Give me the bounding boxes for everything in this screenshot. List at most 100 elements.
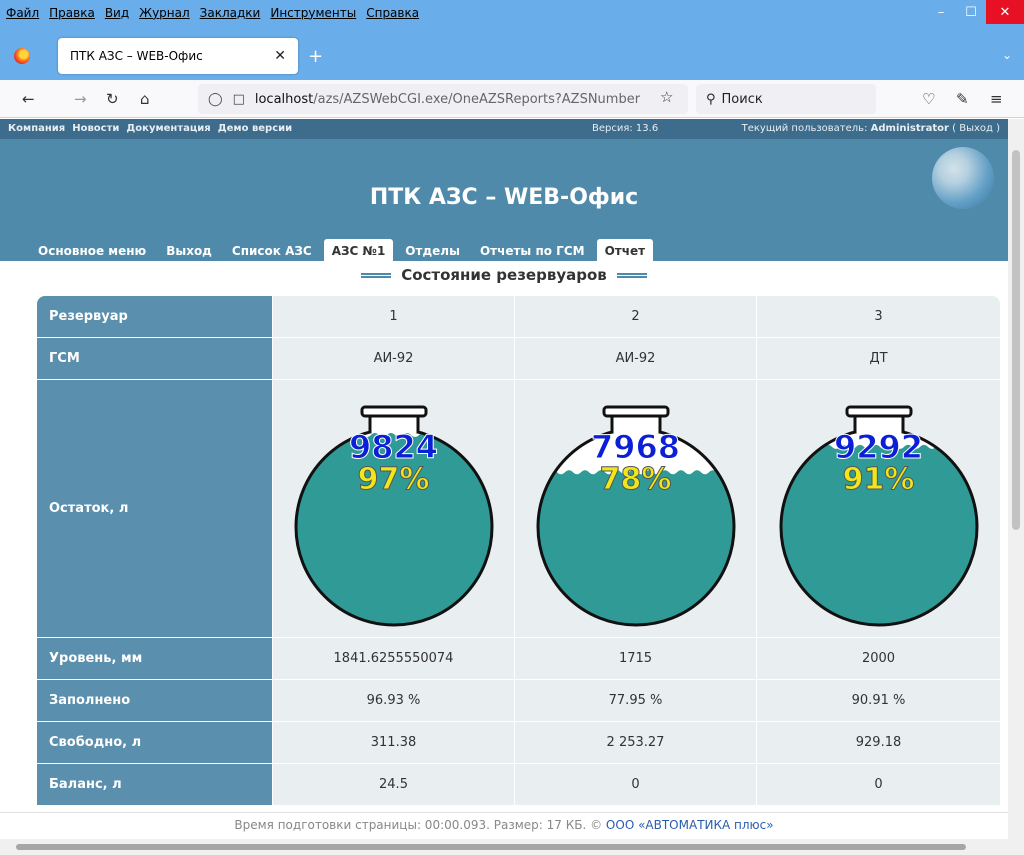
maximize-icon[interactable]: ☐ bbox=[956, 0, 986, 24]
table-cell: 90.91 % bbox=[851, 693, 906, 708]
link-company[interactable]: Компания bbox=[8, 123, 65, 134]
menu-help[interactable]: Справка bbox=[366, 6, 419, 20]
tank-cell: 7968 78% bbox=[515, 380, 757, 637]
tank-gauge: 7968 78% bbox=[526, 389, 746, 629]
menu-edit[interactable]: Правка bbox=[49, 6, 95, 20]
vertical-scroll-thumb[interactable] bbox=[1012, 150, 1020, 530]
extensions-icon[interactable]: ✎ bbox=[956, 90, 969, 108]
tank-readout: 7968 78% bbox=[526, 430, 746, 495]
row-label: Остаток, л bbox=[37, 380, 273, 637]
site-title: ПТК АЗС – WEB-Офис bbox=[369, 185, 639, 210]
firefox-icon bbox=[14, 48, 30, 64]
home-icon[interactable]: ⌂ bbox=[140, 90, 150, 108]
table-cell: 1715 bbox=[515, 638, 757, 679]
table-cell: АИ-92 bbox=[515, 338, 757, 379]
menu-tools[interactable]: Инструменты bbox=[270, 6, 356, 20]
browser-tab[interactable]: ПТК АЗС – WEB-Офис ✕ bbox=[58, 38, 298, 74]
table-cell: 96.93 % bbox=[273, 680, 515, 721]
page-viewport: Компания Новости Документация Демо верси… bbox=[0, 119, 1008, 839]
table-cell: 2 253.27 bbox=[515, 722, 757, 763]
pocket-icon[interactable]: ♡ bbox=[922, 90, 935, 108]
tank-readout: 9824 97% bbox=[284, 427, 504, 497]
back-icon[interactable]: ← bbox=[22, 90, 35, 108]
tab-main-menu[interactable]: Основное меню bbox=[30, 241, 154, 261]
chevron-down-icon[interactable]: ⌄ bbox=[1002, 48, 1012, 62]
row-label: Резервуар bbox=[37, 296, 273, 337]
minimize-icon[interactable]: – bbox=[926, 0, 956, 24]
tab-report[interactable]: Отчет bbox=[596, 239, 654, 261]
logout-link[interactable]: ( Выход ) bbox=[952, 123, 1000, 134]
tank-svg bbox=[779, 405, 978, 626]
close-tab-icon[interactable]: ✕ bbox=[274, 48, 286, 64]
tank-volume: 9824 bbox=[348, 427, 439, 466]
url-bar[interactable]: ◯ □ localhost /azs/AZSWebCGI.exe/OneAZSR… bbox=[198, 84, 688, 114]
tank-svg bbox=[294, 405, 493, 626]
row-label: Заполнено bbox=[37, 680, 273, 721]
table-row-free: Свободно, л 311.38 2 253.27 929.18 bbox=[37, 722, 1000, 764]
table-cell: 77.95 % bbox=[515, 680, 757, 721]
table-row-filled: Заполнено 96.93 % 77.95 % 90.91 % bbox=[37, 680, 1000, 722]
page-icon[interactable]: □ bbox=[233, 92, 245, 107]
tank-cell: 9824 97% bbox=[273, 380, 515, 637]
tank-readout: 9292 91% bbox=[769, 430, 989, 497]
reload-icon[interactable]: ↻ bbox=[106, 90, 119, 108]
bookmark-star-icon[interactable]: ☆ bbox=[660, 88, 673, 106]
url-path: /azs/AZSWebCGI.exe/OneAZSReports?AZSNumb… bbox=[313, 91, 641, 107]
site-nav: Основное меню Выход Список АЗС АЗС №1 От… bbox=[30, 239, 657, 261]
tank-percent: 97% bbox=[357, 461, 430, 497]
table-cell: АИ-92 bbox=[273, 338, 515, 379]
tab-station-list[interactable]: Список АЗС bbox=[224, 241, 320, 261]
menu-icon[interactable]: ≡ bbox=[990, 90, 1003, 108]
link-demo[interactable]: Демо версии bbox=[218, 123, 292, 134]
table-cell: 2000 bbox=[861, 651, 896, 666]
link-news[interactable]: Новости bbox=[72, 123, 119, 134]
tab-station-1[interactable]: АЗС №1 bbox=[323, 239, 394, 261]
section-title-text: Состояние резервуаров bbox=[401, 266, 607, 284]
version-label: Версия: 13.6 bbox=[592, 123, 659, 134]
tank-percent: 91% bbox=[842, 461, 915, 497]
search-placeholder: Поиск bbox=[721, 91, 763, 107]
table-cell: 929.18 bbox=[855, 735, 902, 750]
site-header: ПТК АЗС – WEB-Офис Основное меню Выход С… bbox=[0, 139, 1008, 261]
tank-table: Резервуар 1 2 3 ГСМ АИ-92 АИ-92 ДТ Остат… bbox=[37, 296, 1000, 806]
table-row-tank: Резервуар 1 2 3 bbox=[37, 296, 1000, 338]
title-rule-right bbox=[616, 272, 647, 278]
user-prefix: Текущий пользователь: bbox=[741, 123, 868, 134]
new-tab-icon[interactable]: + bbox=[308, 46, 323, 67]
current-user: Текущий пользователь: Administrator ( Вы… bbox=[742, 123, 1000, 134]
menu-file[interactable]: Файл bbox=[6, 6, 39, 20]
link-docs[interactable]: Документация bbox=[126, 123, 210, 134]
row-label: Свободно, л bbox=[37, 722, 273, 763]
url-host: localhost bbox=[254, 91, 314, 107]
table-cell: ДТ bbox=[869, 351, 888, 366]
top-links: Компания Новости Документация Демо верси… bbox=[8, 123, 292, 134]
table-row-fuel: ГСМ АИ-92 АИ-92 ДТ bbox=[37, 338, 1000, 380]
shield-icon[interactable]: ◯ bbox=[208, 92, 223, 107]
tab-strip: ПТК АЗС – WEB-Офис ✕ + ⌄ bbox=[0, 32, 1024, 80]
footer-company-link[interactable]: ООО «АВТОМАТИКА плюс» bbox=[606, 818, 774, 832]
menu-view[interactable]: Вид bbox=[105, 6, 129, 20]
tank-cap bbox=[360, 405, 427, 417]
menu-bookmarks[interactable]: Закладки bbox=[200, 6, 261, 20]
tank-svg bbox=[536, 405, 735, 626]
search-input[interactable]: ⚲ Поиск bbox=[696, 84, 876, 114]
tank-gauge: 9824 97% bbox=[284, 389, 504, 629]
table-row-balance: Баланс, л 24.5 0 0 bbox=[37, 764, 1000, 806]
top-info-bar: Компания Новости Документация Демо верси… bbox=[0, 119, 1008, 139]
tab-fuel-reports[interactable]: Отчеты по ГСМ bbox=[472, 241, 593, 261]
table-cell: 24.5 bbox=[273, 764, 515, 805]
tank-cell: 9292 91% bbox=[757, 380, 1000, 637]
user-name: Administrator bbox=[870, 123, 949, 134]
menu-history[interactable]: Журнал bbox=[139, 6, 190, 20]
table-row-remaining: Остаток, л 9824 97% 7968 78% 9292 91% bbox=[37, 380, 1000, 638]
table-cell: 1841.6255550074 bbox=[273, 638, 515, 679]
close-window-icon[interactable]: ✕ bbox=[986, 0, 1024, 24]
tab-logout[interactable]: Выход bbox=[158, 241, 220, 261]
table-row-level: Уровень, мм 1841.6255550074 1715 2000 bbox=[37, 638, 1000, 680]
forward-icon[interactable]: → bbox=[74, 90, 87, 108]
tab-departments[interactable]: Отделы bbox=[397, 241, 468, 261]
menu-bar: Файл Правка Вид Журнал Закладки Инструме… bbox=[6, 6, 419, 20]
tank-gauge: 9292 91% bbox=[769, 389, 989, 629]
section-title: Состояние резервуаров bbox=[0, 262, 1008, 288]
horizontal-scroll-thumb[interactable] bbox=[16, 844, 966, 850]
